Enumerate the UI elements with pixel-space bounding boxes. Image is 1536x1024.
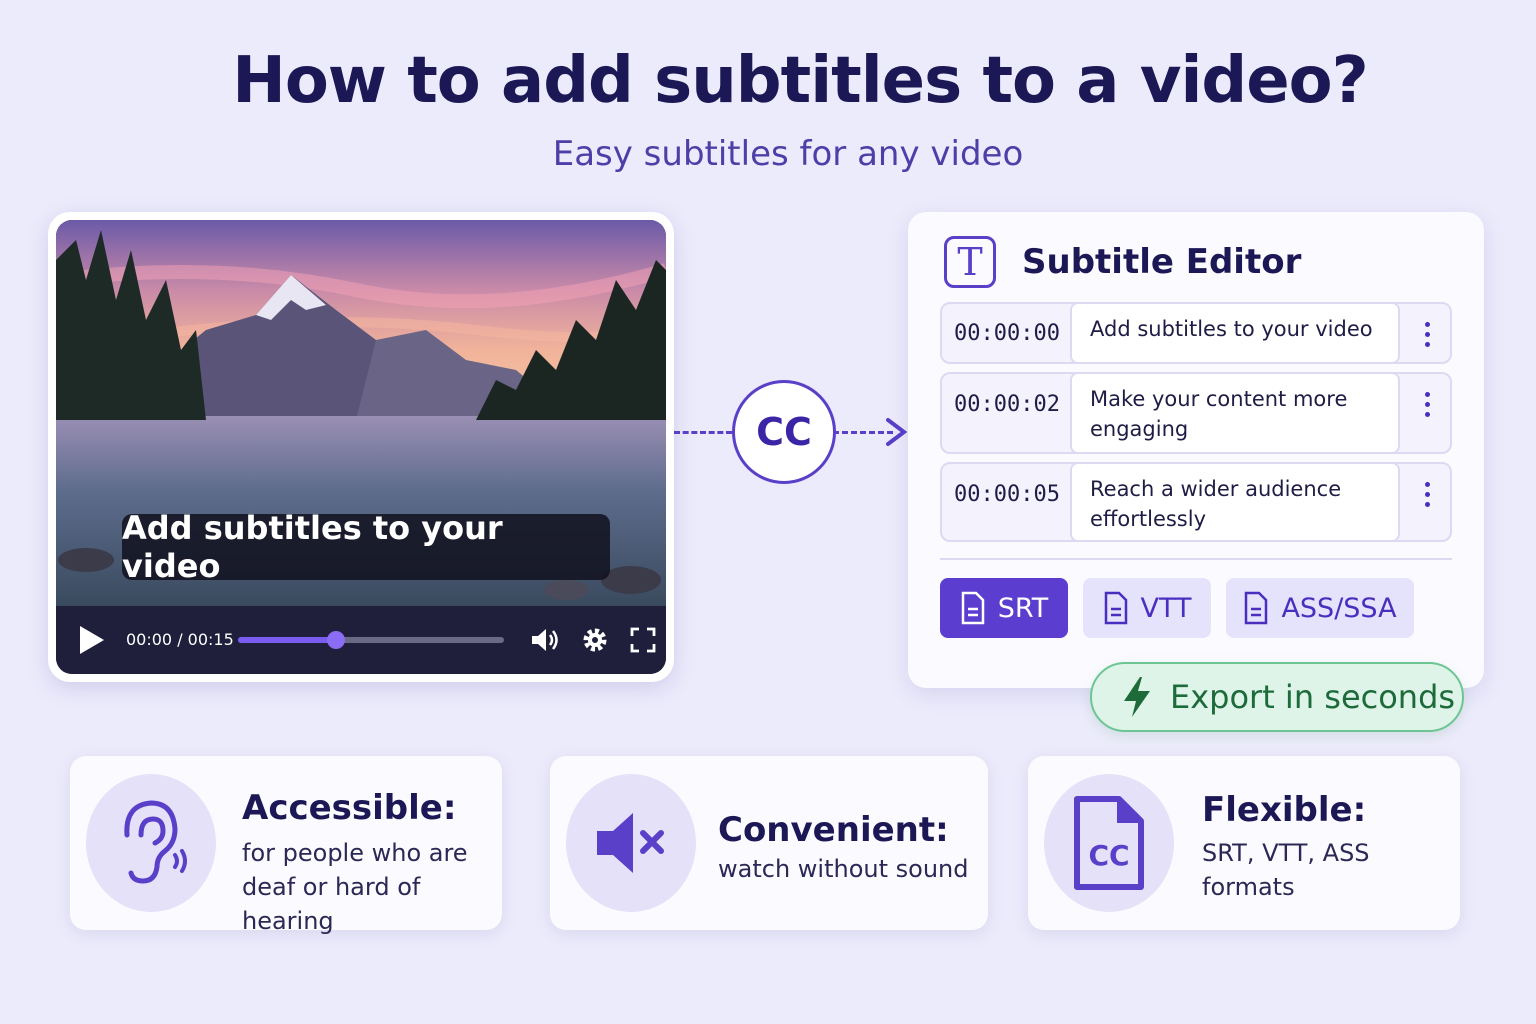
ear-icon bbox=[86, 774, 216, 912]
more-options-icon[interactable] bbox=[1424, 392, 1432, 422]
subtitle-row[interactable]: 00:00:05 Reach a wider audience effortle… bbox=[940, 462, 1452, 542]
video-caption: Add subtitles to your video bbox=[122, 509, 610, 585]
format-label: ASS/SSA bbox=[1281, 592, 1397, 624]
video-controls: 00:00 / 00:15 bbox=[56, 606, 666, 674]
connector-line-left bbox=[674, 431, 732, 434]
subtitle-row[interactable]: 00:00:02 Make your content more engaging bbox=[940, 372, 1452, 454]
subtitle-text[interactable]: Reach a wider audience effortlessly bbox=[1070, 462, 1400, 542]
play-icon[interactable] bbox=[78, 626, 104, 654]
subtitle-time[interactable]: 00:00:00 bbox=[954, 321, 1060, 346]
video-frame[interactable]: Add subtitles to your video 00:00 / 00:1… bbox=[56, 220, 666, 674]
muted-speaker-icon bbox=[566, 774, 696, 912]
fullscreen-icon[interactable] bbox=[628, 626, 658, 654]
feature-description: watch without sound bbox=[718, 852, 968, 886]
feature-desc-line: watch without sound bbox=[718, 855, 969, 883]
feature-title: Flexible: bbox=[1202, 790, 1367, 830]
feature-card-flexible: CC Flexible: SRT, VTT, ASS formats bbox=[1028, 756, 1460, 930]
feature-desc-line: deaf or hard of hearing bbox=[242, 873, 421, 935]
format-button-ass-ssa[interactable]: ASS/SSA bbox=[1226, 578, 1414, 638]
format-button-srt[interactable]: SRT bbox=[940, 578, 1068, 638]
file-icon bbox=[1245, 591, 1268, 625]
divider bbox=[940, 558, 1452, 560]
feature-desc-line: SRT, VTT, ASS bbox=[1202, 839, 1370, 867]
page-subtitle: Easy subtitles for any video bbox=[552, 134, 1024, 174]
subtitle-editor: T Subtitle Editor 00:00:00 Add subtitles… bbox=[908, 212, 1484, 688]
feature-card-accessible: Accessible: for people who are deaf or h… bbox=[70, 756, 502, 935]
file-icon bbox=[961, 591, 985, 625]
progress-thumb[interactable] bbox=[327, 631, 346, 649]
format-label: VTT bbox=[1140, 592, 1192, 624]
format-button-vtt[interactable]: VTT bbox=[1083, 578, 1211, 638]
file-icon bbox=[1104, 591, 1127, 625]
subtitle-row[interactable]: 00:00:00 Add subtitles to your video bbox=[940, 302, 1452, 364]
volume-icon[interactable] bbox=[530, 626, 560, 654]
subtitle-text[interactable]: Make your content more engaging bbox=[1070, 372, 1400, 454]
svg-text:CC: CC bbox=[1088, 839, 1129, 872]
format-label: SRT bbox=[997, 592, 1049, 624]
subtitle-time[interactable]: 00:00:02 bbox=[954, 392, 1060, 417]
page-title: How to add subtitles to a video? bbox=[232, 44, 1368, 118]
feature-description: SRT, VTT, ASS formats bbox=[1202, 836, 1370, 904]
time-display: 00:00 / 00:15 bbox=[126, 630, 234, 649]
export-label: Export in seconds bbox=[1170, 678, 1456, 716]
video-player: Add subtitles to your video 00:00 / 00:1… bbox=[48, 212, 674, 682]
export-button[interactable]: Export in seconds bbox=[1090, 662, 1464, 732]
more-options-icon[interactable] bbox=[1424, 482, 1432, 512]
more-options-icon[interactable] bbox=[1424, 322, 1432, 352]
text-t-icon: T bbox=[944, 236, 996, 288]
feature-title: Accessible: bbox=[242, 788, 457, 828]
cc-badge: CC bbox=[732, 380, 836, 484]
feature-description: for people who are deaf or hard of heari… bbox=[242, 836, 502, 938]
feature-title: Convenient: bbox=[718, 810, 949, 850]
lightning-icon bbox=[1124, 677, 1150, 717]
feature-desc-line: formats bbox=[1202, 873, 1295, 901]
settings-icon[interactable] bbox=[580, 626, 610, 654]
feature-desc-line: for people who are bbox=[242, 839, 468, 867]
cc-file-icon: CC bbox=[1044, 774, 1174, 912]
editor-title: Subtitle Editor bbox=[1022, 242, 1302, 282]
feature-card-convenient: Convenient: watch without sound bbox=[550, 756, 988, 930]
subtitle-text[interactable]: Add subtitles to your video bbox=[1070, 302, 1400, 364]
arrow-right-icon bbox=[886, 418, 908, 446]
progress-bar[interactable] bbox=[238, 631, 504, 649]
progress-fill bbox=[238, 637, 337, 643]
subtitle-time[interactable]: 00:00:05 bbox=[954, 482, 1060, 507]
